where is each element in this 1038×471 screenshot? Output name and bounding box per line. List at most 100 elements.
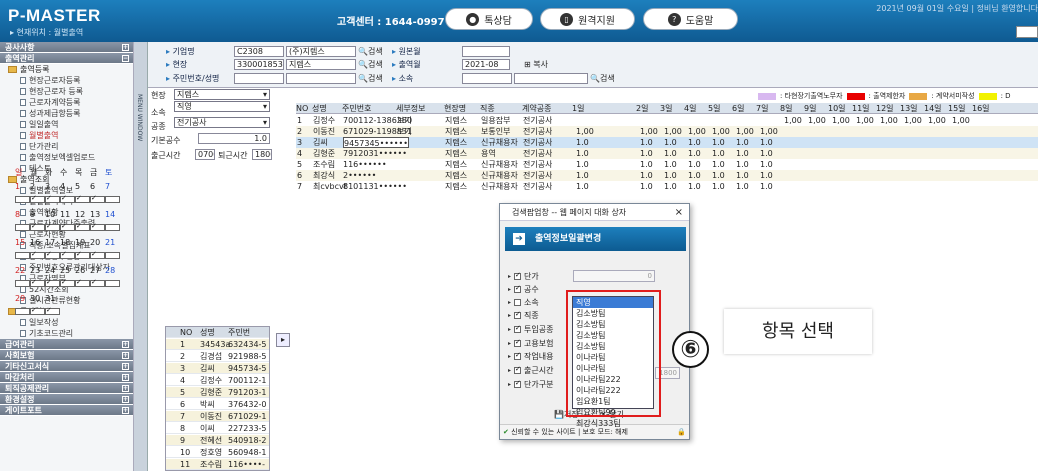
team-select[interactable]: 직영 <box>174 101 270 112</box>
company-search-button[interactable]: 🔍검색 <box>358 46 383 57</box>
site-name-field[interactable]: 지렙스 <box>286 59 356 70</box>
sidebar-section[interactable]: 급여관리 + <box>0 339 133 350</box>
list-item[interactable]: 10 정호영 560948-1 <box>166 447 269 458</box>
day-checkbox[interactable] <box>105 195 120 203</box>
day-checkbox[interactable] <box>15 195 30 203</box>
field-checkbox[interactable] <box>514 324 522 333</box>
grid-cell[interactable]: 보기 <box>397 126 412 137</box>
day-value-cell[interactable]: 1.0 <box>664 170 677 181</box>
sidebar-item[interactable]: 기초코드관리 <box>0 328 133 339</box>
app-logo[interactable]: P-MASTER <box>8 6 101 26</box>
team-name-field[interactable] <box>514 73 588 84</box>
day-checkbox[interactable] <box>45 222 60 231</box>
day-checkbox[interactable] <box>45 194 60 203</box>
day-value-cell[interactable]: 1.0 <box>712 148 725 159</box>
table-row[interactable]: 1 김정수 700112-1386280 보기 지렙스 일용잡부 전기공사 1,00 1,00 1… <box>296 115 1038 126</box>
list-item[interactable]: 7 이동진 671029-1 <box>166 411 269 422</box>
day-value-cell[interactable]: 1,00 <box>712 126 730 137</box>
field-checkbox[interactable] <box>514 351 522 360</box>
copy-button[interactable]: ⊞ 복사 <box>524 59 548 70</box>
field-checkbox[interactable] <box>514 338 522 347</box>
day-checkbox[interactable] <box>90 250 105 259</box>
sidebar-section[interactable]: 환경설정 + <box>0 394 133 405</box>
sidebar-item[interactable]: 단가관리 <box>0 141 133 152</box>
day-checkbox[interactable] <box>30 222 45 231</box>
original-month-field[interactable] <box>462 46 510 57</box>
day-checkbox[interactable] <box>75 222 90 231</box>
day-value-cell[interactable]: 1.0 <box>760 181 773 192</box>
move-right-button[interactable]: ▸ <box>276 333 290 347</box>
sidebar-section-construction[interactable]: 공사사항 + <box>0 42 133 53</box>
sidebar-item[interactable]: 출역정보엑셀업로드 <box>0 152 133 163</box>
list-item[interactable]: 1 34543a 632434-5 <box>166 339 269 350</box>
field-checkbox[interactable] <box>514 310 522 319</box>
field-checkbox[interactable] <box>514 298 522 306</box>
day-value-cell[interactable]: 1,00 <box>736 126 754 137</box>
chat-consult-button[interactable]: ● 톡상담 <box>445 8 533 30</box>
day-value-cell[interactable]: 1.0 <box>688 159 701 170</box>
field-checkbox[interactable] <box>514 365 522 374</box>
list-item[interactable]: 3 김씨 945734-5 <box>166 363 269 374</box>
table-row[interactable]: 2 이동진 671029-1198831 보기 지렙스 보통인부 전기공사 1,00 1,00 1… <box>296 126 1038 137</box>
resident-search-button[interactable]: 🔍검색 <box>358 73 383 84</box>
day-value-cell[interactable]: 1.0 <box>760 159 773 170</box>
sidebar-section[interactable]: 사회보험 + <box>0 350 133 361</box>
day-checkbox[interactable] <box>75 278 90 287</box>
sidebar-item[interactable]: 근로자계약등록 <box>0 97 133 108</box>
list-item[interactable]: 5 김형준 791203-1 <box>166 387 269 398</box>
sidebar-section[interactable]: 마감처리 + <box>0 372 133 383</box>
day-checkbox[interactable] <box>105 251 120 259</box>
day-value-cell[interactable]: 1.0 <box>688 137 701 148</box>
day-value-cell[interactable]: 1.0 <box>576 148 589 159</box>
day-checkbox[interactable] <box>30 250 45 259</box>
sidebar-item[interactable]: 성과제급항등록 <box>0 108 133 119</box>
list-item[interactable]: 2 김경섭 921988-5 <box>166 351 269 362</box>
table-row[interactable]: 4 김형준 7912031•••••• 지렙스 용역 전기공사 1.0 1.0 1.0 1.0 1.… <box>296 148 1038 159</box>
day-value-cell[interactable]: 1.0 <box>664 137 677 148</box>
day-value-cell[interactable]: 1,00 <box>832 115 850 126</box>
day-checkbox[interactable] <box>90 222 105 231</box>
day-value-cell[interactable]: 1,00 <box>856 115 874 126</box>
day-value-cell[interactable]: 1.0 <box>576 137 589 148</box>
day-value-cell[interactable]: 1,00 <box>784 115 802 126</box>
name-field[interactable] <box>286 73 356 84</box>
header-search-input[interactable] <box>1016 26 1038 38</box>
day-value-cell[interactable]: 1,00 <box>880 115 898 126</box>
table-row[interactable]: 3 김씨 9457345•••••• 지렙스 신규채용자 전기공사 1.0 1.0 1.0 1.0… <box>296 137 1038 148</box>
site-select[interactable]: 지렙스 <box>174 89 270 100</box>
table-row[interactable]: 5 조수림 116•••••• 지렙스 신규채용자 전기공사 1.0 1.0 1.0 1.0 1.0… <box>296 159 1038 170</box>
day-value-cell[interactable]: 1,00 <box>808 115 826 126</box>
work-type-select[interactable]: 전기공사 <box>174 117 270 128</box>
day-value-cell[interactable]: 1.0 <box>576 159 589 170</box>
day-value-cell[interactable]: 1.0 <box>736 148 749 159</box>
day-value-cell[interactable]: 1.0 <box>736 137 749 148</box>
list-item[interactable]: 9 전혜선 540918-2 <box>166 435 269 446</box>
day-value-cell[interactable]: 1.0 <box>640 148 653 159</box>
day-value-cell[interactable]: 1.0 <box>760 148 773 159</box>
day-value-cell[interactable]: 1.0 <box>664 181 677 192</box>
team-code-field[interactable] <box>462 73 512 84</box>
day-checkbox[interactable] <box>90 278 105 287</box>
day-value-cell[interactable]: 1,00 <box>928 115 946 126</box>
day-checkbox[interactable] <box>15 251 30 259</box>
field-checkbox[interactable] <box>514 271 522 280</box>
day-value-cell[interactable]: 1.0 <box>576 181 589 192</box>
sidebar-section[interactable]: 기타신고서식 + <box>0 361 133 372</box>
grid-cell[interactable]: 보기 <box>397 115 412 126</box>
company-code-field[interactable]: C2308 <box>234 46 284 57</box>
day-checkbox[interactable] <box>30 306 45 315</box>
day-checkbox[interactable] <box>75 250 90 259</box>
day-value-cell[interactable]: 1,00 <box>664 126 682 137</box>
day-value-cell[interactable]: 1.0 <box>712 137 725 148</box>
day-value-cell[interactable]: 1.0 <box>640 159 653 170</box>
day-value-cell[interactable]: 1,00 <box>640 126 658 137</box>
day-checkbox[interactable] <box>60 222 75 231</box>
base-work-field[interactable]: 1.0 <box>198 133 270 144</box>
day-checkbox[interactable] <box>30 194 45 203</box>
sidebar-group-attendance-reg[interactable]: 출역등록 <box>0 64 133 75</box>
day-value-cell[interactable]: 1,00 <box>688 126 706 137</box>
sidebar-item[interactable]: 현장근로자등록 <box>0 75 133 86</box>
day-checkbox[interactable] <box>15 307 30 315</box>
day-value-cell[interactable]: 1.0 <box>712 159 725 170</box>
day-value-cell[interactable]: 1.0 <box>688 148 701 159</box>
